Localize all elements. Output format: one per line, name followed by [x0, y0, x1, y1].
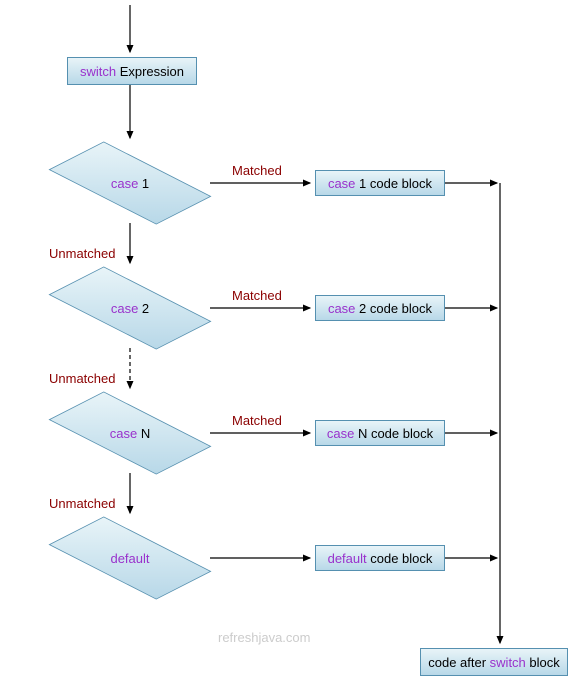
- default-block: default code block: [315, 545, 445, 571]
- switch-keyword: switch: [80, 64, 116, 79]
- matched-label-2: Matched: [232, 288, 282, 303]
- default-block-text: code block: [367, 551, 433, 566]
- case-keyword: case: [328, 176, 355, 191]
- case-1-block-text: 1 code block: [355, 176, 432, 191]
- case-keyword: case: [111, 176, 138, 191]
- case-2-block: case 2 code block: [315, 295, 445, 321]
- end-post: block: [526, 655, 560, 670]
- switch-expression-box: switch Expression: [67, 57, 197, 85]
- case-n-block-text: N code block: [354, 426, 433, 441]
- default-decision: default: [50, 518, 210, 598]
- matched-label-n: Matched: [232, 413, 282, 428]
- case-keyword: case: [327, 426, 354, 441]
- flowchart-canvas: switch Expression case 1 Matched Unmatch…: [0, 0, 579, 687]
- case-1-label: 1: [138, 176, 149, 191]
- default-keyword: default: [110, 551, 149, 566]
- switch-expression-text: Expression: [116, 64, 184, 79]
- case-1-decision: case 1: [50, 143, 210, 223]
- case-n-decision: case N: [50, 393, 210, 473]
- switch-keyword: switch: [490, 655, 526, 670]
- case-keyword: case: [110, 426, 137, 441]
- unmatched-label-1: Unmatched: [49, 246, 115, 261]
- case-keyword: case: [328, 301, 355, 316]
- matched-label-1: Matched: [232, 163, 282, 178]
- default-keyword: default: [328, 551, 367, 566]
- watermark: refreshjava.com: [218, 630, 310, 645]
- case-n-label: N: [137, 426, 150, 441]
- case-2-label: 2: [138, 301, 149, 316]
- unmatched-label-2: Unmatched: [49, 371, 115, 386]
- end-box: code after switch block: [420, 648, 568, 676]
- case-2-decision: case 2: [50, 268, 210, 348]
- unmatched-label-n: Unmatched: [49, 496, 115, 511]
- case-n-block: case N code block: [315, 420, 445, 446]
- case-keyword: case: [111, 301, 138, 316]
- end-pre: code after: [428, 655, 489, 670]
- case-1-block: case 1 code block: [315, 170, 445, 196]
- case-2-block-text: 2 code block: [355, 301, 432, 316]
